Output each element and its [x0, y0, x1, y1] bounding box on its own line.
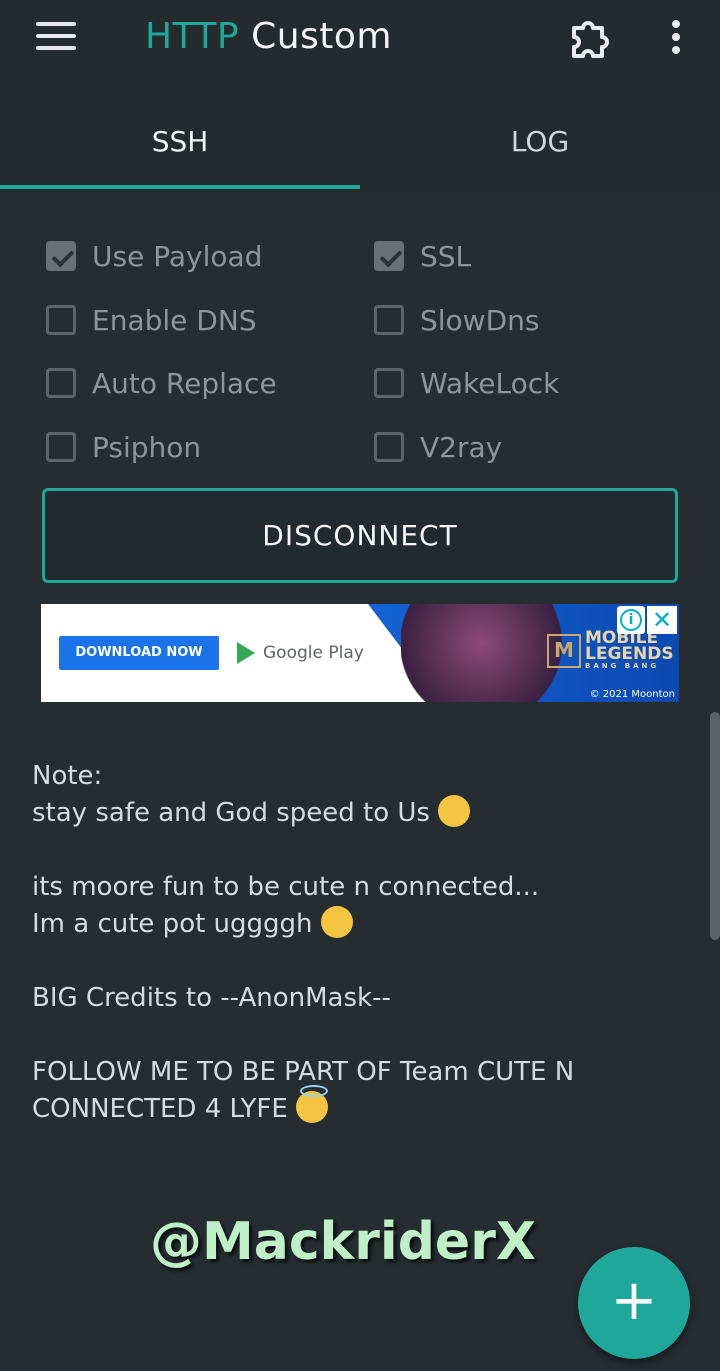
option-auto-replace[interactable]: Auto Replace	[46, 363, 277, 403]
option-wakelock[interactable]: WakeLock	[374, 363, 559, 403]
scrollbar[interactable]	[710, 712, 720, 940]
option-enable-dns[interactable]: Enable DNS	[46, 300, 257, 340]
checkbox-checked-icon[interactable]	[46, 241, 76, 271]
checkbox-checked-icon[interactable]	[374, 241, 404, 271]
note-line: FOLLOW ME TO BE PART OF Team CUTE N	[32, 1057, 575, 1087]
note-line: BIG Credits to --AnonMask--	[32, 983, 391, 1013]
watermark: @MackriderX	[150, 1212, 536, 1272]
ad-brand-mark-icon: M	[547, 633, 581, 668]
angel-emoji-icon	[296, 1085, 329, 1123]
app-title: HTTP Custom	[145, 16, 392, 57]
ad-close-icon[interactable]: ✕	[647, 606, 677, 634]
app-title-accent: HTTP	[145, 16, 240, 57]
checkbox-icon[interactable]	[46, 432, 76, 462]
ad-banner[interactable]: DOWNLOAD NOW Google Play M MOBILE LEGEND…	[41, 604, 679, 702]
smiling-emoji-icon	[438, 795, 471, 827]
laughing-emoji-icon	[320, 906, 353, 938]
option-label: Use Payload	[92, 239, 263, 273]
more-vert-icon[interactable]	[668, 20, 684, 60]
checkbox-icon[interactable]	[46, 305, 76, 335]
tab-ssh[interactable]: SSH	[0, 110, 360, 190]
option-label: Enable DNS	[92, 303, 257, 337]
checkbox-icon[interactable]	[374, 305, 404, 335]
tab-indicator	[0, 185, 360, 189]
note-line: CONNECTED 4 LYFE	[32, 1094, 288, 1124]
option-use-payload[interactable]: Use Payload	[46, 236, 262, 276]
ad-download-button[interactable]: DOWNLOAD NOW	[59, 636, 219, 670]
note-line: stay safe and God speed to Us	[32, 798, 430, 828]
option-label: WakeLock	[420, 366, 560, 400]
tab-log[interactable]: LOG	[360, 110, 720, 190]
option-slowdns[interactable]: SlowDns	[374, 300, 539, 340]
disconnect-button[interactable]: DISCONNECT	[42, 488, 678, 583]
ad-store-badge: Google Play	[237, 642, 364, 664]
option-psiphon[interactable]: Psiphon	[46, 427, 201, 467]
note-line: Note:	[32, 761, 103, 791]
ad-store-label: Google Play	[263, 643, 364, 663]
option-ssl[interactable]: SSL	[374, 236, 471, 276]
note-line: Im a cute pot uggggh	[32, 909, 313, 939]
puzzle-icon[interactable]	[568, 18, 612, 62]
option-label: SSL	[420, 239, 472, 273]
checkbox-icon[interactable]	[46, 368, 76, 398]
menu-icon[interactable]	[36, 22, 76, 56]
ad-copyright: © 2021 Moonton	[589, 689, 675, 700]
google-play-icon	[237, 642, 255, 664]
ad-brand-logo: M MOBILE LEGENDS BANG BANG	[547, 630, 674, 671]
ad-brand-line2: LEGENDS	[585, 644, 674, 664]
checkbox-icon[interactable]	[374, 368, 404, 398]
note-text: Note: stay safe and God speed to Us its …	[32, 758, 672, 1128]
add-fab-button[interactable]: +	[578, 1247, 690, 1359]
option-label: Auto Replace	[92, 366, 277, 400]
option-v2ray[interactable]: V2ray	[374, 427, 502, 467]
option-label: V2ray	[420, 430, 503, 464]
note-line: its moore fun to be cute n connected...	[32, 872, 540, 902]
option-label: SlowDns	[420, 303, 540, 337]
option-label: Psiphon	[92, 430, 202, 464]
app-bar: HTTP Custom SSH LOG	[0, 0, 720, 190]
app-title-rest: Custom	[239, 16, 393, 57]
ad-info-icon[interactable]: i	[617, 606, 645, 634]
checkbox-icon[interactable]	[374, 432, 404, 462]
